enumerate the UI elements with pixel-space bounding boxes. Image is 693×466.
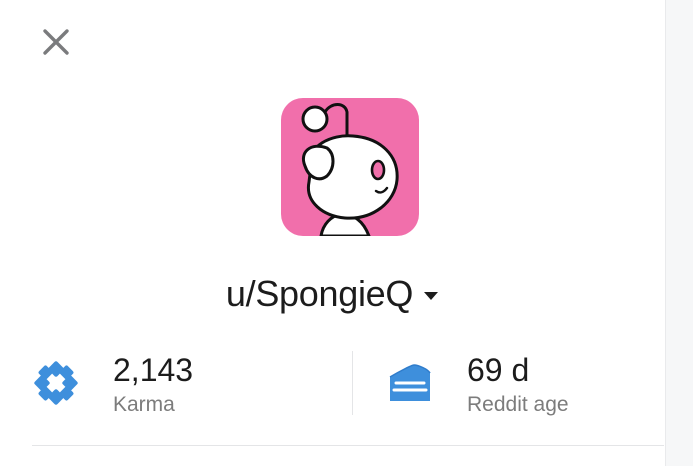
age-value: 69 d: [467, 352, 530, 388]
age-label: Reddit age: [467, 393, 569, 416]
karma-value: 2,143: [113, 352, 194, 388]
chevron-down-icon: [424, 292, 439, 300]
username-dropdown[interactable]: u/SpongieQ: [0, 270, 665, 318]
karma-icon: [34, 361, 78, 405]
snoo-avatar-image: [281, 98, 419, 236]
avatar[interactable]: [281, 98, 419, 236]
close-button[interactable]: [36, 22, 76, 62]
close-icon: [43, 29, 69, 55]
profile-panel: u/SpongieQ 2,143 Karma 69 d Reddit age: [0, 0, 665, 466]
stats-divider: [352, 351, 353, 415]
username: u/SpongieQ: [225, 273, 414, 314]
cake-icon: [389, 364, 431, 401]
section-divider: [32, 445, 664, 446]
scrollbar-track[interactable]: [665, 0, 693, 466]
karma-label: Karma: [113, 393, 175, 416]
